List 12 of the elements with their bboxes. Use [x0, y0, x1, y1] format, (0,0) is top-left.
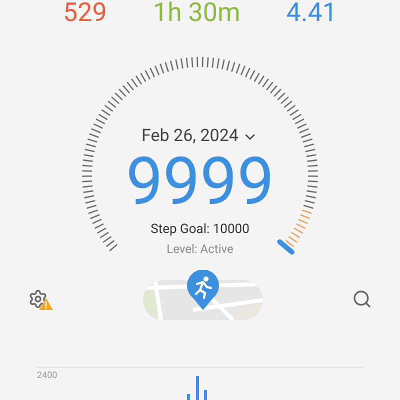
- summary-value: 529: [63, 0, 107, 28]
- date-picker[interactable]: Feb 26, 2024: [142, 124, 258, 150]
- settings-icon: [28, 289, 48, 309]
- axis-label: 2400: [37, 370, 58, 383]
- progress-marker: [277, 239, 294, 255]
- search-icon[interactable]: [352, 289, 372, 309]
- runner-pin-icon[interactable]: [186, 270, 220, 310]
- summary-value: 4.41: [286, 0, 337, 28]
- summary-value: 1h 30m: [152, 0, 240, 28]
- step-count: 9999: [126, 150, 274, 216]
- step-goal: Step Goal: 10000: [150, 222, 250, 238]
- activity-level: Level: Active: [166, 242, 234, 256]
